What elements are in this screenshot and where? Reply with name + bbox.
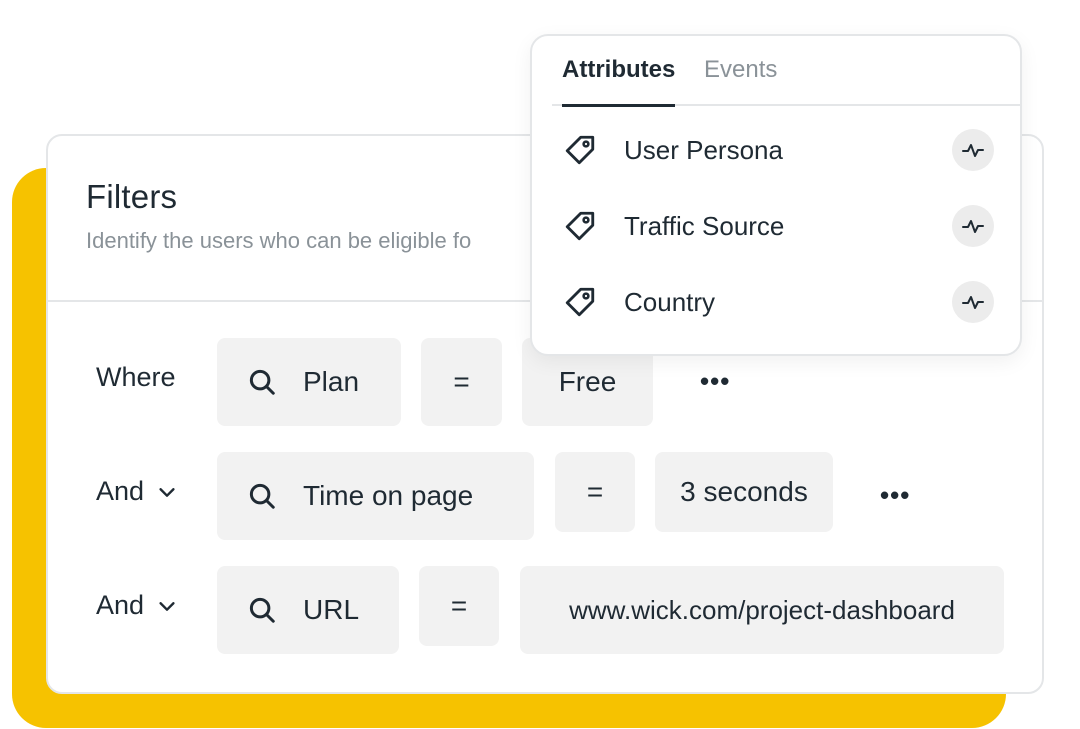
search-icon — [249, 597, 275, 623]
tag-icon — [565, 135, 595, 165]
dropdown-tabs: Attributes Events — [552, 36, 1020, 107]
connector-label: Where — [96, 362, 176, 392]
field-label: Time on page — [303, 480, 474, 511]
connector-label: And — [96, 590, 145, 620]
tag-icon — [565, 287, 595, 317]
field-label: Plan — [303, 366, 360, 397]
activity-icon[interactable] — [952, 205, 994, 247]
search-icon — [249, 369, 275, 395]
row-1-more-button[interactable]: ••• — [700, 366, 730, 397]
row-1-field-select[interactable]: Plan — [217, 338, 401, 426]
value-label: www.wick.com/project-dashboard — [569, 594, 955, 625]
attribute-dropdown: Attributes Events User Persona Traffic S… — [530, 34, 1022, 356]
row-2-field-select[interactable]: Time on page — [217, 452, 534, 540]
filters-title: Filters — [86, 178, 178, 215]
operator-label: = — [586, 476, 604, 507]
value-label: 3 seconds — [680, 476, 808, 507]
row-3-connector[interactable]: And — [96, 590, 178, 621]
row-3-value-input[interactable]: www.wick.com/project-dashboard — [520, 566, 1004, 654]
option-traffic-source[interactable]: Traffic Source — [532, 196, 1020, 256]
option-country[interactable]: Country — [532, 272, 1020, 332]
activity-icon[interactable] — [952, 281, 994, 323]
row-2-more-button[interactable]: ••• — [880, 480, 910, 511]
field-label: URL — [303, 594, 360, 625]
search-icon — [249, 483, 275, 509]
option-label: Traffic Source — [624, 210, 785, 241]
row-2-connector[interactable]: And — [96, 476, 178, 507]
tab-attributes[interactable]: Attributes — [562, 56, 676, 107]
tab-events[interactable]: Events — [704, 56, 777, 104]
row-1-operator-select[interactable]: = — [421, 338, 502, 426]
operator-label: = — [453, 366, 470, 397]
row-1-connector: Where — [96, 362, 176, 393]
row-3-field-select[interactable]: URL — [217, 566, 399, 654]
activity-icon[interactable] — [952, 129, 994, 171]
chevron-down-icon — [159, 487, 175, 497]
row-2-operator-select[interactable]: = — [555, 452, 635, 532]
value-label: Free — [558, 366, 617, 397]
operator-label: = — [450, 590, 468, 621]
tag-icon — [565, 211, 595, 241]
filters-subtitle: Identify the users who can be eligible f… — [86, 228, 472, 253]
option-user-persona[interactable]: User Persona — [532, 120, 1020, 180]
chevron-down-icon — [159, 601, 175, 611]
row-3-operator-select[interactable]: = — [419, 566, 499, 646]
option-label: Country — [624, 286, 716, 317]
option-label: User Persona — [624, 134, 783, 165]
connector-label: And — [96, 476, 145, 506]
row-2-value-input[interactable]: 3 seconds — [655, 452, 833, 532]
